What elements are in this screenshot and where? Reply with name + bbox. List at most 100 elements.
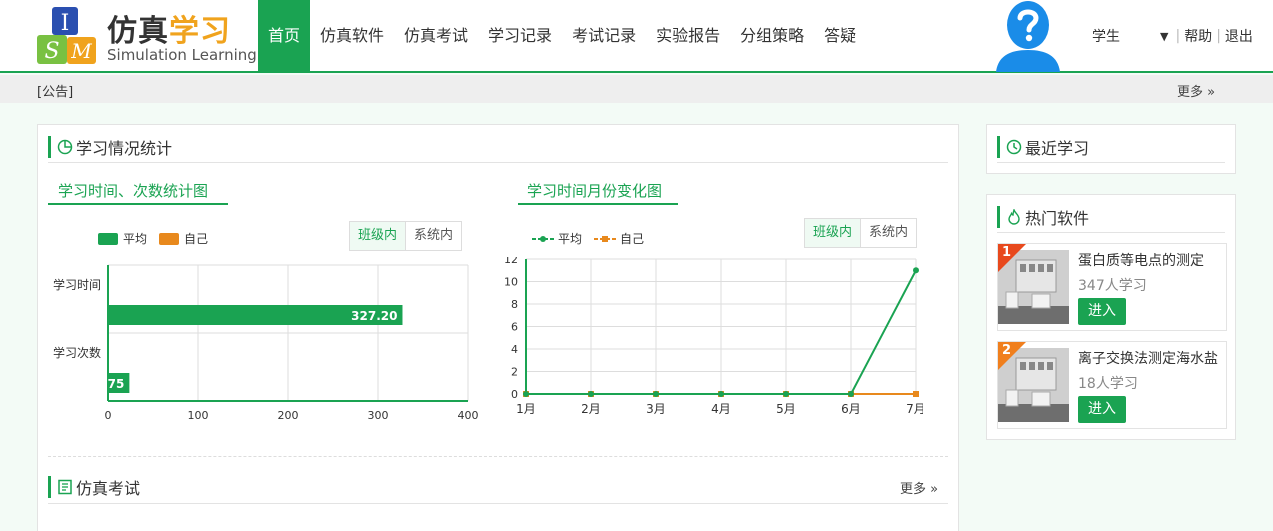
enter-button[interactable]: 进入 — [1078, 298, 1126, 325]
chart-right-subtitle: 学习时间月份变化图 — [527, 182, 663, 200]
notice-bar: [公告] 更多 » — [0, 75, 1273, 103]
logo-title: 仿真学习 — [107, 14, 231, 49]
y-tick-label: 4 — [511, 343, 518, 356]
nav-qa[interactable]: 答疑 — [814, 0, 866, 72]
legend-swatch-avg — [98, 232, 118, 245]
bar-value-label: 75 — [108, 377, 125, 391]
clock-icon — [1006, 139, 1022, 155]
y-tick-label: 2 — [511, 366, 518, 379]
chart-right-legend: 平均 自己 — [532, 230, 644, 247]
toggle-class-button[interactable]: 班级内 — [805, 219, 862, 247]
divider — [997, 162, 1225, 163]
user-area: 学生 ▼ | 帮助 | 退出 — [1092, 26, 1253, 46]
recent-title: 最近学习 — [997, 136, 1089, 158]
nav-exam-records[interactable]: 考试记录 — [562, 0, 646, 72]
legend-label-avg: 平均 — [123, 232, 148, 246]
legend-line-avg-icon — [532, 235, 554, 242]
rank-number: 1 — [1002, 245, 1012, 260]
hot-title: 热门软件 — [997, 206, 1089, 228]
pie-chart-icon — [57, 139, 73, 155]
divider — [48, 203, 228, 205]
bar-value-label: 327.20 — [351, 309, 397, 323]
nav-lab-reports[interactable]: 实验报告 — [646, 0, 730, 72]
x-tick-label: 300 — [368, 409, 389, 422]
divider — [518, 203, 678, 205]
software-learner-count: 18人学习 — [1078, 376, 1138, 392]
y-tick-label: 6 — [511, 321, 518, 334]
notice-more-link[interactable]: 更多 » — [1177, 81, 1215, 100]
header: I S M 仿真学习 Simulation Learning 首页 仿真软件 仿… — [0, 0, 1273, 73]
user-name[interactable]: 学生 — [1092, 26, 1120, 46]
nav-study-records[interactable]: 学习记录 — [478, 0, 562, 72]
notice-label: [公告] — [37, 85, 74, 100]
nav-home[interactable]: 首页 — [258, 0, 311, 72]
software-learner-count: 347人学习 — [1078, 278, 1147, 294]
x-tick-label: 2月 — [581, 402, 601, 416]
software-name[interactable]: 离子交换法测定海水盐 — [1078, 348, 1218, 368]
enter-button[interactable]: 进入 — [1078, 396, 1126, 423]
x-tick-label: 100 — [188, 409, 209, 422]
legend-label-avg: 平均 — [558, 232, 583, 246]
study-bar-chart: 0 100 200 300 400 学习时间 327.20 学习次数 75 — [53, 264, 479, 422]
divider — [48, 503, 948, 504]
software-card[interactable]: 1 蛋白质等电点的测定 347人学习 进入 — [997, 243, 1227, 331]
logo-mark-icon: I S M — [37, 7, 96, 64]
exam-more-link[interactable]: 更多 » — [900, 478, 938, 497]
x-tick-label: 6月 — [841, 402, 861, 416]
data-point — [718, 391, 724, 397]
avatar[interactable] — [994, 0, 1062, 72]
double-chevron-right-icon: » — [926, 482, 939, 497]
x-tick-label: 200 — [278, 409, 299, 422]
stats-title: 学习情况统计 — [48, 136, 172, 158]
x-tick-label: 4月 — [711, 402, 731, 416]
y-tick-label: 0 — [511, 388, 518, 401]
x-tick-label: 3月 — [646, 402, 666, 416]
help-link[interactable]: 帮助 — [1184, 26, 1212, 46]
software-name[interactable]: 蛋白质等电点的测定 — [1078, 250, 1204, 270]
y-tick-label: 10 — [504, 276, 518, 289]
nav-sim-software[interactable]: 仿真软件 — [310, 0, 394, 72]
toggle-system-button[interactable]: 系统内 — [406, 222, 461, 250]
divider: | — [1216, 28, 1221, 44]
divider — [48, 456, 948, 457]
legend-label-self: 自己 — [184, 232, 209, 246]
y-category-label: 学习次数 — [53, 345, 101, 360]
x-tick-label: 1月 — [516, 402, 536, 416]
logout-link[interactable]: 退出 — [1225, 26, 1253, 46]
data-point — [783, 391, 789, 397]
divider — [997, 232, 1225, 233]
nav-group-strategy[interactable]: 分组策略 — [730, 0, 814, 72]
double-chevron-right-icon: » — [1203, 85, 1216, 100]
exam-title: 仿真考试 — [48, 476, 140, 498]
legend-label-self: 自己 — [620, 232, 645, 246]
data-point — [848, 391, 854, 397]
data-point — [523, 391, 529, 397]
divider — [48, 162, 948, 163]
x-tick-label: 0 — [105, 409, 112, 422]
logo-subtitle: Simulation Learning — [107, 46, 257, 64]
svg-text:M: M — [70, 39, 92, 63]
chart-right-scope-toggle: 班级内 系统内 — [804, 218, 918, 248]
chart-left-scope-toggle: 班级内 系统内 — [349, 221, 463, 251]
y-tick-label: 8 — [511, 298, 518, 311]
toggle-system-button[interactable]: 系统内 — [861, 219, 916, 247]
chart-left-subtitle: 学习时间、次数统计图 — [58, 182, 209, 200]
x-tick-label: 7月 — [906, 402, 923, 416]
chevron-down-icon[interactable]: ▼ — [1160, 30, 1168, 43]
toggle-class-button[interactable]: 班级内 — [350, 222, 407, 250]
data-point — [913, 391, 919, 397]
data-point — [653, 391, 659, 397]
software-card[interactable]: 2 离子交换法测定海水盐 18人学习 进入 — [997, 341, 1227, 429]
divider: | — [1175, 28, 1181, 44]
svg-text:S: S — [44, 39, 59, 64]
chart-left-legend: 平均 自己 — [98, 230, 208, 247]
rank-number: 2 — [1002, 343, 1012, 358]
y-category-label: 学习时间 — [53, 277, 101, 292]
nav-sim-exam[interactable]: 仿真考试 — [394, 0, 478, 72]
recent-panel: 最近学习 — [986, 124, 1236, 174]
x-tick-label: 5月 — [776, 402, 796, 416]
data-point — [913, 267, 919, 274]
legend-swatch-self — [159, 232, 180, 245]
legend-line-self-icon — [594, 235, 617, 242]
y-tick-label: 12 — [504, 257, 518, 266]
